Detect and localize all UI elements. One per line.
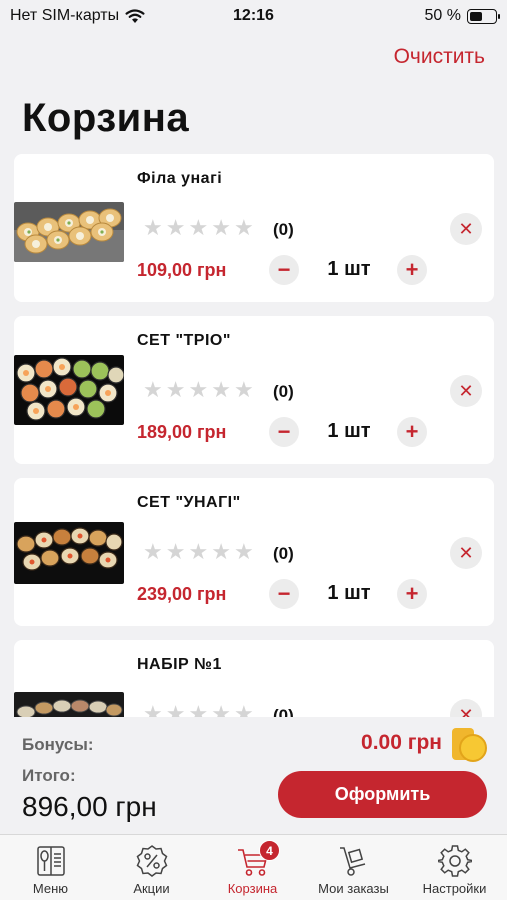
rating-stars: ★ ★ ★ ★ ★ xyxy=(143,539,254,565)
status-right: 50 % xyxy=(424,7,500,25)
quantity-value: 1 шт xyxy=(327,258,371,280)
increase-quantity-button[interactable]: + xyxy=(397,255,427,285)
hand-truck-icon xyxy=(340,847,366,876)
discount-icon xyxy=(136,845,168,877)
tab-label: Мои заказы xyxy=(318,881,389,896)
quantity-value: 1 шт xyxy=(327,420,371,442)
remove-item-button[interactable]: ✕ xyxy=(450,375,482,407)
tab-menu[interactable]: Меню xyxy=(0,835,101,900)
cart-item[interactable]: Філа унагі ★ ★ ★ ★ ★ (0) 109,00 грн − 1 … xyxy=(14,154,494,302)
star-icon: ★ xyxy=(211,701,231,717)
tab-label: Настройки xyxy=(422,881,487,896)
star-icon: ★ xyxy=(165,539,186,564)
star-icon: ★ xyxy=(188,539,209,564)
star-icon: ★ xyxy=(143,215,163,240)
tab-label: Акции xyxy=(133,881,170,896)
star-icon: ★ xyxy=(165,215,186,240)
star-icon: ★ xyxy=(233,215,254,240)
rating-count: (0) xyxy=(273,220,294,239)
status-bar: Нет SIM-карты 12:16 50 % xyxy=(0,0,507,34)
cart-count-badge: 4 xyxy=(259,840,280,861)
decrease-quantity-button[interactable]: − xyxy=(269,255,299,285)
star-icon: ★ xyxy=(143,539,163,564)
tab-promotions[interactable]: Акции xyxy=(101,835,202,900)
rating-count: (0) xyxy=(273,706,294,717)
product-image xyxy=(14,355,124,425)
tab-my-orders[interactable]: Мои заказы xyxy=(303,835,404,900)
tab-bar: Меню Акции 4 Корзина Мои заказы Настройк… xyxy=(0,834,507,900)
remove-item-button[interactable]: ✕ xyxy=(450,213,482,245)
checkout-button[interactable]: Оформить xyxy=(278,771,487,818)
star-icon: ★ xyxy=(188,215,209,240)
decrease-quantity-button[interactable]: − xyxy=(269,417,299,447)
rating-count: (0) xyxy=(273,382,294,401)
remove-item-button[interactable]: ✕ xyxy=(450,699,482,717)
battery-icon xyxy=(467,8,500,24)
order-summary: Бонусы: 0.00 грн Итого: 896,00 грн Оформ… xyxy=(0,718,507,834)
star-icon: ★ xyxy=(233,377,254,402)
product-title: НАБІР №1 xyxy=(137,656,222,673)
star-icon: ★ xyxy=(233,701,254,717)
clear-cart-button[interactable]: Очистить xyxy=(394,45,485,69)
star-icon: ★ xyxy=(211,215,231,240)
page-title: Корзина xyxy=(22,96,190,140)
bonus-value: 0.00 грн xyxy=(361,731,442,754)
cart-item[interactable]: СЕТ "ТРІО" ★ ★ ★ ★ ★ (0) 189,00 грн − 1 … xyxy=(14,316,494,464)
product-price: 109,00 грн xyxy=(137,260,227,280)
product-price: 189,00 грн xyxy=(137,422,227,442)
product-image xyxy=(14,202,124,262)
product-title: СЕТ "ТРІО" xyxy=(137,332,231,349)
decrease-quantity-button[interactable]: − xyxy=(269,579,299,609)
star-icon: ★ xyxy=(165,377,186,402)
cart-item[interactable]: СЕТ "УНАГІ" ★ ★ ★ ★ ★ (0) 239,00 грн − 1… xyxy=(14,478,494,626)
star-icon: ★ xyxy=(233,539,254,564)
star-icon: ★ xyxy=(211,539,231,564)
product-title: Філа унагі xyxy=(137,170,223,187)
product-price: 239,00 грн xyxy=(137,584,227,604)
cart-list[interactable]: Філа унагі ★ ★ ★ ★ ★ (0) 109,00 грн − 1 … xyxy=(14,154,494,717)
tab-cart[interactable]: 4 Корзина xyxy=(202,835,303,900)
rating-count: (0) xyxy=(273,544,294,563)
rating-stars: ★ ★ ★ ★ ★ xyxy=(143,377,254,403)
star-icon: ★ xyxy=(143,701,163,717)
star-icon: ★ xyxy=(211,377,231,402)
increase-quantity-button[interactable]: + xyxy=(397,579,427,609)
remove-item-button[interactable]: ✕ xyxy=(450,537,482,569)
gear-icon xyxy=(438,845,472,877)
rating-stars: ★ ★ ★ ★ ★ xyxy=(143,701,254,717)
product-image xyxy=(14,522,124,584)
rating-stars: ★ ★ ★ ★ ★ xyxy=(143,215,254,241)
tab-label: Меню xyxy=(32,881,69,896)
product-image xyxy=(14,692,124,717)
increase-quantity-button[interactable]: + xyxy=(397,417,427,447)
bonus-label: Бонусы: xyxy=(22,735,94,754)
quantity-value: 1 шт xyxy=(327,582,371,604)
total-label: Итого: xyxy=(22,766,76,785)
tab-label: Корзина xyxy=(227,881,278,896)
star-icon: ★ xyxy=(165,701,186,717)
product-title: СЕТ "УНАГІ" xyxy=(137,494,241,511)
menu-book-icon xyxy=(37,846,65,876)
star-icon: ★ xyxy=(188,377,209,402)
total-value: 896,00 грн xyxy=(22,791,157,822)
star-icon: ★ xyxy=(188,701,209,717)
battery-percent: 50 % xyxy=(424,7,461,24)
cart-item[interactable]: НАБІР №1 ★ ★ ★ ★ ★ (0) ✕ xyxy=(14,640,494,717)
battery-level xyxy=(470,11,482,21)
star-icon: ★ xyxy=(143,377,163,402)
coins-icon xyxy=(452,728,487,762)
tab-settings[interactable]: Настройки xyxy=(404,835,505,900)
